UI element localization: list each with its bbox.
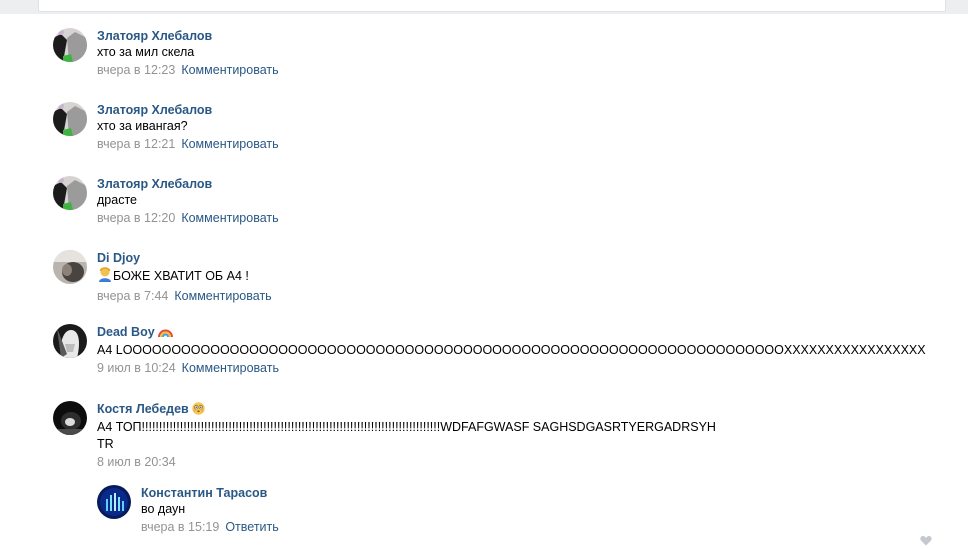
comment-date[interactable]: вчера в 12:21 [97, 137, 175, 151]
comments-panel: Златояр Хлебалов хто за мил скела вчера … [0, 14, 968, 549]
comment-author[interactable]: Костя Лебедев [97, 401, 205, 419]
author-name[interactable]: Костя Лебедев [97, 402, 189, 416]
comment-author[interactable]: Златояр Хлебалов [97, 102, 212, 118]
comment-date[interactable]: вчера в 12:20 [97, 211, 175, 225]
comment-action-button[interactable]: Комментировать [181, 137, 278, 151]
comment-text: А4 LOOOOOOOOOOOOOOOOOOOOOOOOOOOOOOOOOOOO… [97, 343, 926, 357]
comment-text: драсте [97, 193, 137, 207]
avatar[interactable] [53, 176, 87, 210]
reply-author[interactable]: Константин Тарасов [141, 485, 267, 501]
avatar[interactable] [53, 324, 87, 358]
heart-icon[interactable] [920, 535, 932, 546]
reply-button[interactable]: Ответить [225, 520, 278, 534]
comment-action-button[interactable]: Комментировать [181, 63, 278, 77]
avatar[interactable] [97, 485, 131, 519]
comment-author[interactable]: Di Djoy [97, 250, 140, 266]
comment-text-line-2: TR [97, 437, 114, 451]
comment-text: БОЖЕ ХВАТИТ ОБ А4 ! [97, 266, 933, 287]
comment-date[interactable]: 8 июл в 20:34 [97, 455, 176, 469]
comment-text: А4 ТОП!!!!!!!!!!!!!!!!!!!!!!!!!!!!!!!!!!… [97, 420, 716, 434]
reply-date[interactable]: вчера в 15:19 [141, 520, 219, 534]
comment-date[interactable]: вчера в 7:44 [97, 289, 168, 303]
reply-text: во даун [141, 502, 186, 516]
rainbow-emoji [158, 326, 174, 342]
comment-text-content: БОЖЕ ХВАТИТ ОБ А4 ! [113, 269, 249, 283]
comment-date[interactable]: вчера в 12:23 [97, 63, 175, 77]
comment-action-button[interactable]: Комментировать [182, 361, 279, 375]
comment-action-button[interactable]: Комментировать [181, 211, 278, 225]
avatar[interactable] [53, 250, 87, 284]
comment-date[interactable]: 9 июл в 10:24 [97, 361, 176, 375]
comment-author[interactable]: Златояр Хлебалов [97, 176, 212, 192]
comment-author[interactable]: Dead Boy [97, 324, 174, 342]
avatar[interactable] [53, 102, 87, 136]
comment-action-button[interactable]: Комментировать [174, 289, 271, 303]
person-emoji [97, 266, 113, 287]
flushed-face-emoji [192, 402, 205, 419]
avatar[interactable] [53, 28, 87, 62]
comment-author[interactable]: Златояр Хлебалов [97, 28, 212, 44]
author-name[interactable]: Dead Boy [97, 325, 155, 339]
comment-text: хто за мил скела [97, 45, 195, 59]
previous-post-bottom [38, 0, 946, 12]
avatar[interactable] [53, 401, 87, 435]
comment-text: хто за ивангая? [97, 119, 188, 133]
